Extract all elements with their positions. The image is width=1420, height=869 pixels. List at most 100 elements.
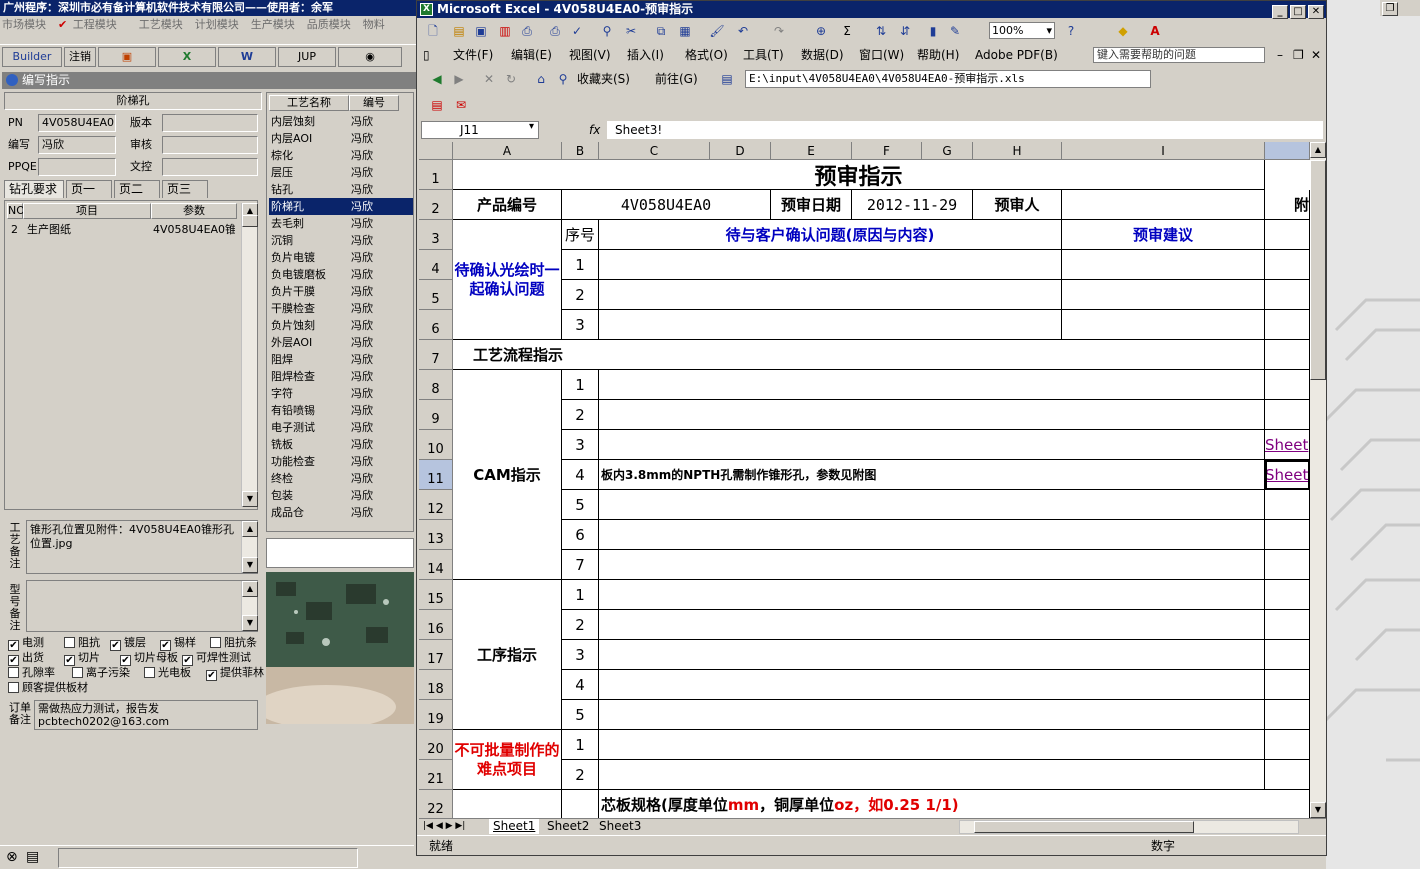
- order-note-box[interactable]: 需做热应力测试，报告发pcbtech0202@163.com: [34, 700, 258, 730]
- attach-cell[interactable]: [1265, 640, 1310, 670]
- seq-cell[interactable]: 2: [562, 400, 599, 430]
- row-header[interactable]: 22: [419, 790, 453, 818]
- autosum-icon[interactable]: Σ: [839, 23, 855, 39]
- open-icon[interactable]: ▤: [451, 23, 467, 39]
- col-i[interactable]: I: [1062, 142, 1265, 160]
- spellcheck-icon[interactable]: ✓: [569, 23, 585, 39]
- excel-vertical-scrollbar[interactable]: ▲ ▼: [1310, 142, 1326, 818]
- check-icon[interactable]: ✔: [64, 655, 75, 666]
- tab-sheet3[interactable]: Sheet3: [595, 819, 645, 834]
- attach-cell[interactable]: [1265, 370, 1310, 400]
- attach-cell[interactable]: [1265, 610, 1310, 640]
- list-item[interactable]: 负片蚀刻 冯欣: [269, 317, 413, 334]
- row-header[interactable]: 15: [419, 580, 453, 610]
- check-icon[interactable]: ✔: [182, 655, 193, 666]
- checkbox-option[interactable]: ✔ 电测: [8, 636, 44, 651]
- instruction-cell[interactable]: [599, 520, 1265, 550]
- font-color-icon[interactable]: A: [1147, 23, 1163, 39]
- row-header[interactable]: 19: [419, 700, 453, 730]
- view-button[interactable]: ◉: [338, 47, 402, 67]
- check-icon[interactable]: ✔: [160, 640, 171, 651]
- cell-j7[interactable]: [1265, 340, 1310, 370]
- list-item[interactable]: 沉铜 冯欣: [269, 232, 413, 249]
- instruction-cell[interactable]: [599, 430, 1265, 460]
- instruction-cell[interactable]: [599, 730, 1265, 760]
- list-item[interactable]: 棕化 冯欣: [269, 147, 413, 164]
- check-icon[interactable]: ✔: [206, 670, 217, 681]
- menu-file[interactable]: 文件(F): [453, 45, 493, 65]
- suggestion-cell[interactable]: [1062, 250, 1265, 280]
- menu-help[interactable]: 帮助(H): [917, 45, 959, 65]
- scroll-up-icon[interactable]: ▲: [242, 581, 258, 597]
- word-button[interactable]: W: [218, 47, 276, 67]
- checkbox-empty-icon[interactable]: [8, 682, 19, 693]
- list-item[interactable]: 去毛刺 冯欣: [269, 215, 413, 232]
- checkbox-option[interactable]: ✔ 切片: [64, 651, 100, 666]
- col-d[interactable]: D: [710, 142, 771, 160]
- checkbox-option[interactable]: ✔ 切片母板: [120, 651, 178, 666]
- checkbox-empty-icon[interactable]: [144, 667, 155, 678]
- tab-page1[interactable]: 页一: [66, 180, 112, 198]
- list-item[interactable]: 负片干膜 冯欣: [269, 283, 413, 300]
- chevron-down-icon[interactable]: ▾: [529, 121, 534, 132]
- formula-input[interactable]: Sheet3!: [607, 121, 1323, 139]
- list-item[interactable]: 负电镀磨板 冯欣: [269, 266, 413, 283]
- scroll-thumb[interactable]: [242, 215, 258, 227]
- cam-label[interactable]: CAM指示: [453, 370, 562, 580]
- attach-label[interactable]: 附: [1265, 190, 1310, 220]
- seq-cell[interactable]: 7: [562, 550, 599, 580]
- list-item[interactable]: 干膜检查 冯欣: [269, 300, 413, 317]
- doc-close-icon[interactable]: ✕: [1311, 45, 1321, 65]
- print-preview-icon[interactable]: ⎙: [547, 23, 563, 39]
- list-item[interactable]: 终检 冯欣: [269, 470, 413, 487]
- list-item[interactable]: 有铅喷锡 冯欣: [269, 402, 413, 419]
- pdf-email-icon[interactable]: ✉: [453, 97, 469, 113]
- attach-cell[interactable]: [1265, 310, 1310, 340]
- instruction-cell[interactable]: [599, 370, 1265, 400]
- difficult-label[interactable]: 不可批量制作的难点项目: [453, 730, 562, 790]
- row-header[interactable]: 6: [419, 310, 453, 340]
- flow-label[interactable]: 工艺流程指示: [453, 340, 1265, 370]
- forward-icon[interactable]: ▶: [451, 71, 467, 87]
- goto-menu[interactable]: 前往(G): [655, 71, 698, 87]
- row-header[interactable]: 4: [419, 250, 453, 280]
- core-spec[interactable]: 芯板规格(厚度单位 mm ，铜厚单位 oz ，如0.25 1/1): [599, 790, 1310, 818]
- scroll-up-icon[interactable]: ▲: [1310, 142, 1326, 158]
- list-item[interactable]: 钻孔 冯欣: [269, 181, 413, 198]
- research-icon[interactable]: ⚲: [599, 23, 615, 39]
- drawing-icon[interactable]: ✎: [947, 23, 963, 39]
- list-item[interactable]: 阶梯孔 冯欣: [269, 198, 413, 215]
- list-item[interactable]: 内层蚀刻 冯欣: [269, 113, 413, 130]
- menu-edit[interactable]: 编辑(E): [511, 45, 552, 65]
- list-item[interactable]: 负片电镀 冯欣: [269, 249, 413, 266]
- row-header[interactable]: 8: [419, 370, 453, 400]
- col-e[interactable]: E: [771, 142, 852, 160]
- row-header[interactable]: 18: [419, 670, 453, 700]
- menu-plan[interactable]: 计划模块: [195, 18, 239, 31]
- row-header[interactable]: 5: [419, 280, 453, 310]
- print-icon[interactable]: ⎙: [519, 23, 535, 39]
- checkbox-option[interactable]: 光电板: [144, 666, 191, 680]
- seq-cell[interactable]: 3: [562, 310, 599, 340]
- seq-cell[interactable]: 3: [562, 430, 599, 460]
- pdf-icon[interactable]: ▥: [497, 23, 513, 39]
- check-icon[interactable]: ✔: [120, 655, 131, 666]
- attach-cell[interactable]: [1265, 520, 1310, 550]
- process-instr-label[interactable]: 工序指示: [453, 580, 562, 730]
- fill-color-icon[interactable]: ◆: [1115, 23, 1131, 39]
- seq-cell[interactable]: 1: [562, 580, 599, 610]
- confirm-cell[interactable]: [599, 310, 1062, 340]
- jup-button[interactable]: JUP: [278, 47, 336, 67]
- list-item[interactable]: 阻焊 冯欣: [269, 351, 413, 368]
- sort-desc-icon[interactable]: ⇵: [897, 23, 913, 39]
- list-item[interactable]: 电子测试 冯欣: [269, 419, 413, 436]
- back-icon[interactable]: ◀: [429, 71, 445, 87]
- checkbox-option[interactable]: 离子污染: [72, 666, 130, 680]
- scroll-down-icon[interactable]: ▼: [242, 557, 258, 573]
- list-item[interactable]: 铣板 冯欣: [269, 436, 413, 453]
- check-icon[interactable]: ✔: [8, 640, 19, 651]
- row-header[interactable]: 21: [419, 760, 453, 790]
- attach-cell[interactable]: [1265, 280, 1310, 310]
- show-web-toolbar-icon[interactable]: ▤: [719, 71, 735, 87]
- refresh-icon[interactable]: ↻: [503, 71, 519, 87]
